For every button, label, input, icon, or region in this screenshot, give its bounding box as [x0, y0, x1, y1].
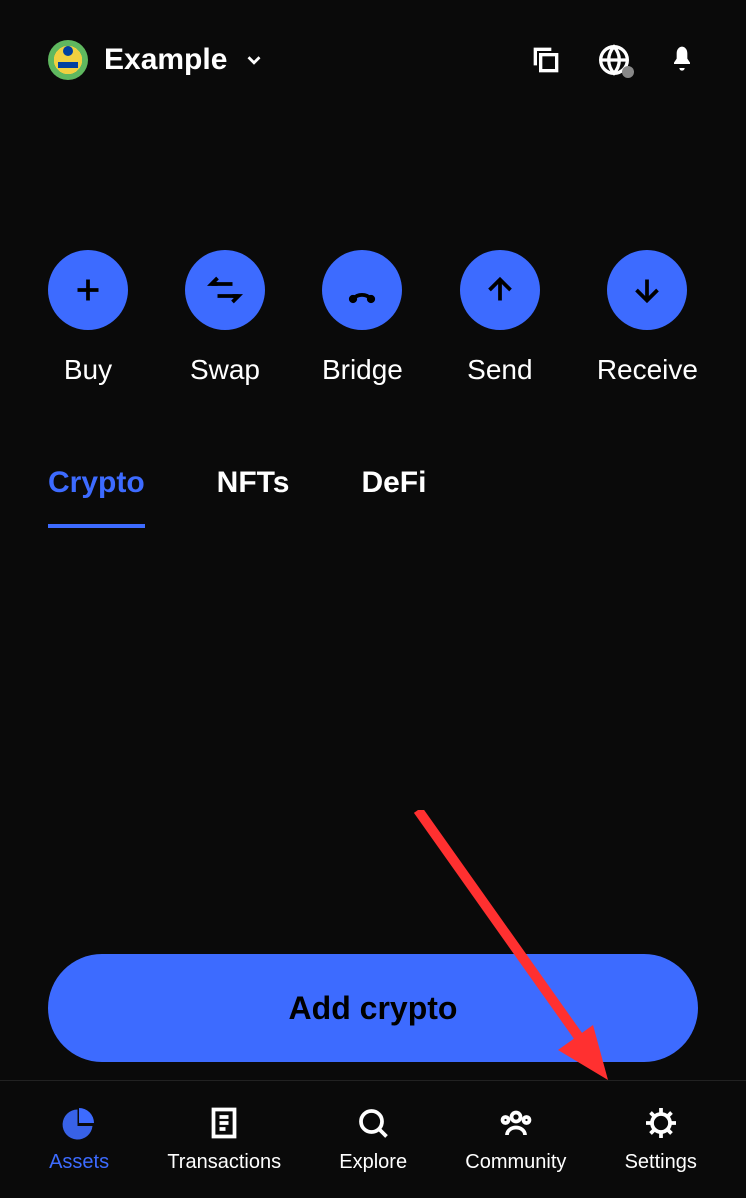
pie-icon [61, 1105, 97, 1141]
action-row: Buy Swap Bridge S [0, 120, 746, 386]
add-crypto-button[interactable]: Add crypto [48, 954, 698, 1062]
nav-label: Explore [339, 1151, 407, 1174]
people-icon [498, 1105, 534, 1141]
receive-button[interactable]: Receive [597, 250, 698, 386]
tab-defi[interactable]: DeFi [361, 466, 426, 528]
nav-label: Community [465, 1151, 566, 1174]
action-label: Send [467, 354, 532, 386]
header: Example [0, 0, 746, 120]
plus-icon [48, 250, 128, 330]
search-icon [355, 1105, 391, 1141]
nav-settings[interactable]: Settings [625, 1105, 697, 1174]
status-indicator [622, 66, 634, 78]
action-label: Swap [190, 354, 260, 386]
action-label: Buy [64, 354, 112, 386]
tab-nfts[interactable]: NFTs [217, 466, 290, 528]
nav-label: Transactions [167, 1151, 281, 1174]
arrow-up-icon [460, 250, 540, 330]
account-name: Example [104, 43, 227, 77]
swap-button[interactable]: Swap [185, 250, 265, 386]
header-icons [530, 44, 698, 76]
chevron-down-icon [243, 49, 265, 71]
globe-icon[interactable] [598, 44, 630, 76]
buy-button[interactable]: Buy [48, 250, 128, 386]
copy-icon[interactable] [530, 44, 562, 76]
nav-label: Settings [625, 1151, 697, 1174]
document-icon [206, 1105, 242, 1141]
gear-icon [643, 1105, 679, 1141]
avatar [48, 40, 88, 80]
action-label: Receive [597, 354, 698, 386]
bell-icon[interactable] [666, 44, 698, 76]
swap-icon [185, 250, 265, 330]
account-selector[interactable]: Example [48, 40, 265, 80]
nav-transactions[interactable]: Transactions [167, 1105, 281, 1174]
nav-assets[interactable]: Assets [49, 1105, 109, 1174]
nav-community[interactable]: Community [465, 1105, 566, 1174]
nav-label: Assets [49, 1151, 109, 1174]
bottom-nav: Assets Transactions Explore Community [0, 1080, 746, 1198]
tabs: Crypto NFTs DeFi [0, 386, 746, 528]
nav-explore[interactable]: Explore [339, 1105, 407, 1174]
send-button[interactable]: Send [460, 250, 540, 386]
arrow-down-icon [607, 250, 687, 330]
bridge-button[interactable]: Bridge [322, 250, 403, 386]
tab-crypto[interactable]: Crypto [48, 466, 145, 528]
action-label: Bridge [322, 354, 403, 386]
bridge-icon [322, 250, 402, 330]
